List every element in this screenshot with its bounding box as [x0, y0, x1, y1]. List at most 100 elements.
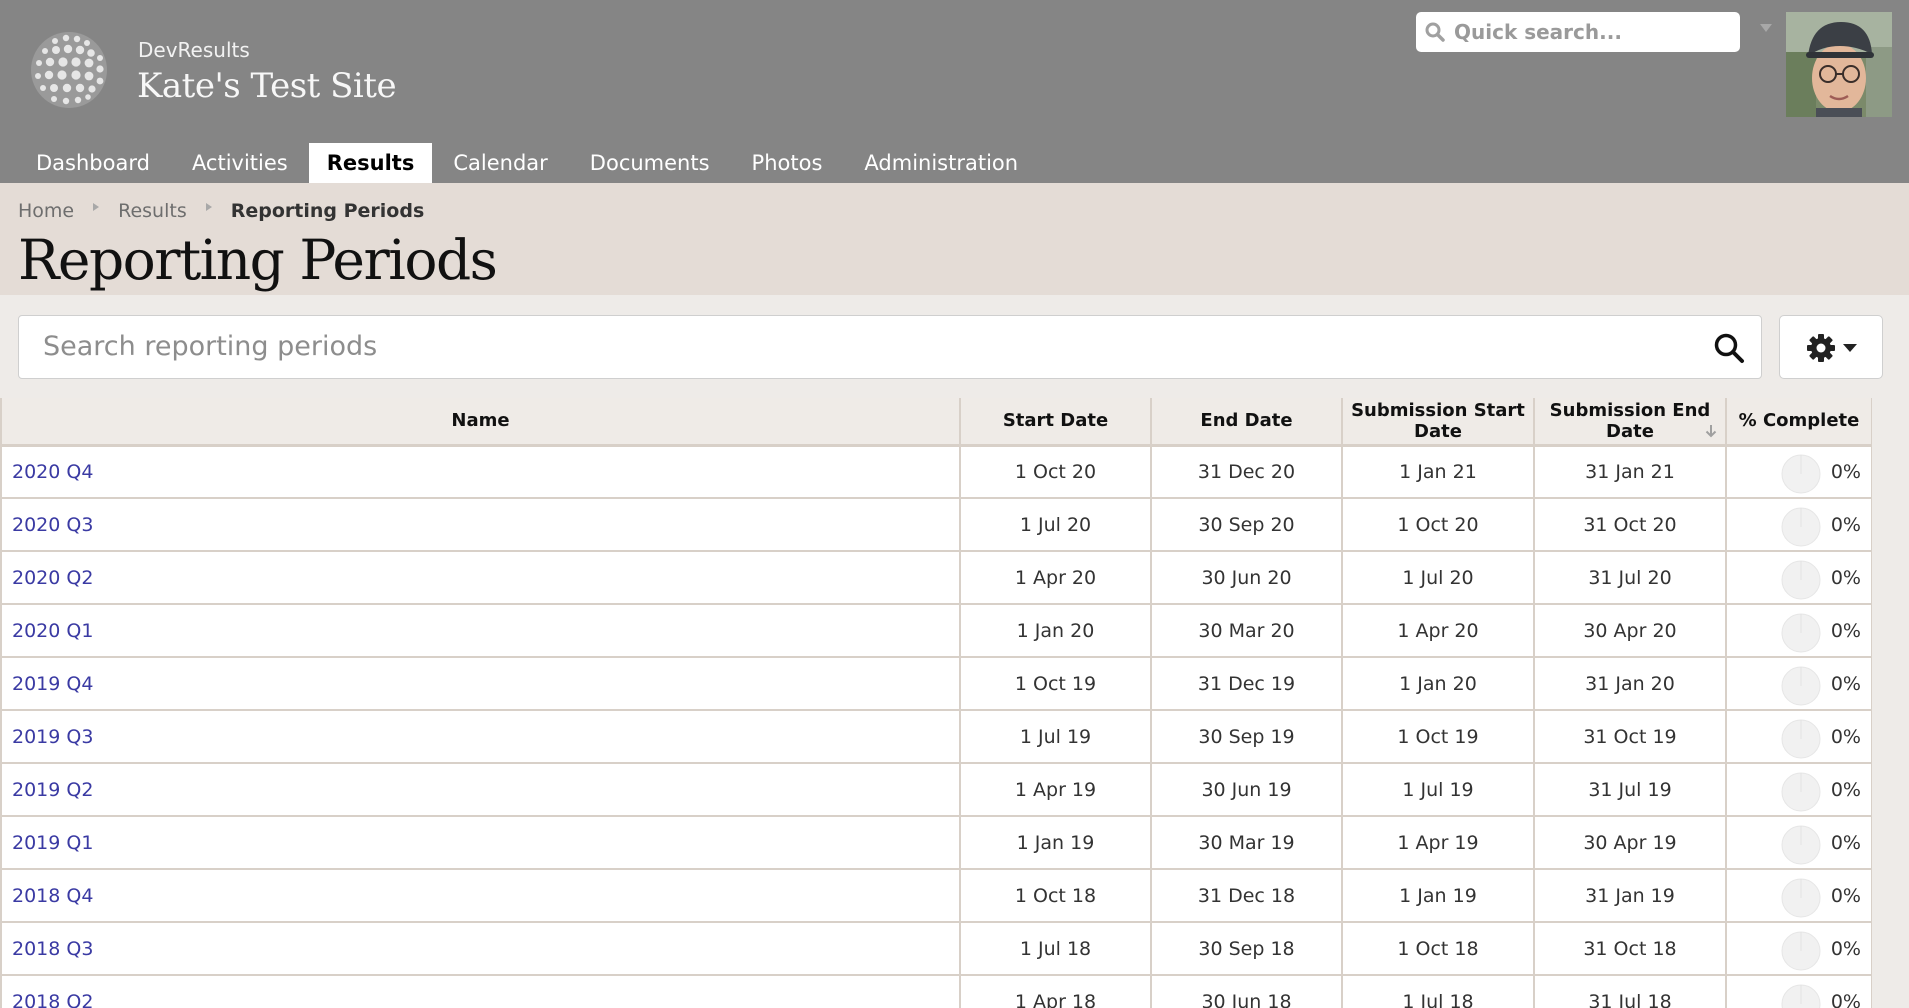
- table-row: 2019 Q4 1 Oct 19 31 Dec 19 1 Jan 20 31 Jan 2…: [2, 657, 1872, 711]
- tab-calendar[interactable]: Calendar: [432, 143, 568, 183]
- tab-dashboard[interactable]: Dashboard: [15, 143, 171, 183]
- cell-end-date: 30 Jun 19: [1151, 763, 1343, 817]
- percent-complete-indicator: 0%: [1727, 982, 1871, 1008]
- pie-chart-icon: [1781, 772, 1821, 811]
- column-header-percent-complete[interactable]: % Complete: [1726, 398, 1872, 447]
- reporting-period-link[interactable]: 2018 Q4: [12, 885, 93, 907]
- avatar[interactable]: [1786, 12, 1892, 117]
- cell-end-date: 31 Dec 18: [1151, 869, 1343, 923]
- cell-end-date: 30 Jun 18: [1151, 975, 1343, 1008]
- table-scrollbar-gutter[interactable]: [1872, 398, 1909, 1008]
- cell-name: 2020 Q2: [2, 551, 961, 605]
- reporting-period-link[interactable]: 2018 Q2: [12, 991, 93, 1008]
- cell-start-date: 1 Jan 19: [960, 816, 1152, 870]
- page-title: Reporting Periods: [18, 228, 498, 292]
- reporting-period-link[interactable]: 2019 Q4: [12, 673, 93, 695]
- tab-documents[interactable]: Documents: [569, 143, 731, 183]
- cell-submission-start-date: 1 Jul 18: [1342, 975, 1535, 1008]
- percent-complete-indicator: 0%: [1727, 876, 1871, 917]
- cell-percent-complete: 0%: [1726, 498, 1872, 552]
- sort-down-arrow-icon: [1705, 424, 1717, 437]
- breadcrumb-results[interactable]: Results: [118, 200, 187, 222]
- cell-start-date: 1 Oct 18: [960, 869, 1152, 923]
- reporting-period-link[interactable]: 2020 Q1: [12, 620, 93, 642]
- cell-submission-start-date: 1 Jan 21: [1342, 445, 1535, 499]
- table-header-row: Name Start Date End Date Submission Star…: [2, 398, 1872, 447]
- quick-search-box[interactable]: [1416, 12, 1740, 52]
- cell-submission-end-date: 30 Apr 19: [1534, 816, 1727, 870]
- breadcrumb-home[interactable]: Home: [18, 200, 74, 222]
- cell-submission-start-date: 1 Jan 19: [1342, 869, 1535, 923]
- cell-end-date: 30 Mar 20: [1151, 604, 1343, 658]
- cell-end-date: 31 Dec 19: [1151, 657, 1343, 711]
- column-header-submission-end-date[interactable]: Submission End Date: [1534, 398, 1727, 447]
- period-search-input[interactable]: [41, 330, 1685, 363]
- cell-submission-start-date: 1 Apr 20: [1342, 604, 1535, 658]
- reporting-period-link[interactable]: 2020 Q4: [12, 461, 93, 483]
- cell-submission-end-date: 31 Jul 18: [1534, 975, 1727, 1008]
- cell-name: 2020 Q3: [2, 498, 961, 552]
- cell-start-date: 1 Jul 20: [960, 498, 1152, 552]
- cell-percent-complete: 0%: [1726, 604, 1872, 658]
- search-icon: [1425, 22, 1445, 42]
- cell-end-date: 30 Sep 20: [1151, 498, 1343, 552]
- column-header-end-date[interactable]: End Date: [1151, 398, 1343, 447]
- cell-percent-complete: 0%: [1726, 975, 1872, 1008]
- column-header-start-date[interactable]: Start Date: [960, 398, 1152, 447]
- table-row: 2020 Q2 1 Apr 20 30 Jun 20 1 Jul 20 31 Jul 2…: [2, 551, 1872, 605]
- column-header-name[interactable]: Name: [2, 398, 961, 447]
- reporting-period-link[interactable]: 2019 Q3: [12, 726, 93, 748]
- period-search-box: [18, 315, 1762, 379]
- cell-start-date: 1 Apr 19: [960, 763, 1152, 817]
- cell-start-date: 1 Apr 18: [960, 975, 1152, 1008]
- pie-chart-icon: [1781, 825, 1821, 864]
- breadcrumb-separator-icon: [205, 203, 212, 211]
- cell-end-date: 30 Sep 18: [1151, 922, 1343, 976]
- cell-submission-end-date: 31 Jan 19: [1534, 869, 1727, 923]
- table-body: 2020 Q4 1 Oct 20 31 Dec 20 1 Jan 21 31 Jan 2…: [2, 445, 1872, 1008]
- reporting-period-link[interactable]: 2020 Q2: [12, 567, 93, 589]
- cell-name: 2018 Q4: [2, 869, 961, 923]
- tab-activities[interactable]: Activities: [171, 143, 309, 183]
- table-row: 2020 Q4 1 Oct 20 31 Dec 20 1 Jan 21 31 Jan 2…: [2, 445, 1872, 499]
- cell-submission-start-date: 1 Apr 19: [1342, 816, 1535, 870]
- tab-results[interactable]: Results: [308, 143, 433, 183]
- cell-submission-start-date: 1 Jan 20: [1342, 657, 1535, 711]
- percent-complete-value: 0%: [1830, 990, 1861, 1008]
- percent-complete-indicator: 0%: [1727, 664, 1871, 705]
- reporting-period-link[interactable]: 2019 Q1: [12, 832, 93, 854]
- caret-down-icon: [1843, 344, 1857, 352]
- column-header-submission-start-date[interactable]: Submission Start Date: [1342, 398, 1535, 447]
- globe-dots-icon[interactable]: [30, 31, 108, 109]
- cell-submission-end-date: 31 Jan 21: [1534, 445, 1727, 499]
- settings-dropdown-button[interactable]: [1779, 315, 1883, 379]
- cell-start-date: 1 Jan 20: [960, 604, 1152, 658]
- cell-submission-start-date: 1 Jul 19: [1342, 763, 1535, 817]
- cell-start-date: 1 Oct 20: [960, 445, 1152, 499]
- caret-down-icon[interactable]: [1758, 22, 1774, 34]
- reporting-period-link[interactable]: 2020 Q3: [12, 514, 93, 536]
- percent-complete-indicator: 0%: [1727, 452, 1871, 494]
- reporting-period-link[interactable]: 2018 Q3: [12, 938, 93, 960]
- tab-photos[interactable]: Photos: [731, 143, 844, 183]
- cell-percent-complete: 0%: [1726, 710, 1872, 764]
- breadcrumb-current: Reporting Periods: [230, 200, 425, 222]
- percent-complete-indicator: 0%: [1727, 611, 1871, 652]
- cell-submission-end-date: 31 Jul 20: [1534, 551, 1727, 605]
- table-row: 2018 Q3 1 Jul 18 30 Sep 18 1 Oct 18 31 Oct 1…: [2, 922, 1872, 976]
- percent-complete-value: 0%: [1830, 513, 1861, 536]
- cell-percent-complete: 0%: [1726, 816, 1872, 870]
- table-row: 2018 Q4 1 Oct 18 31 Dec 18 1 Jan 19 31 Jan 1…: [2, 869, 1872, 923]
- pie-chart-icon: [1781, 666, 1821, 705]
- table-row: 2020 Q3 1 Jul 20 30 Sep 20 1 Oct 20 31 Oct 2…: [2, 498, 1872, 552]
- search-icon[interactable]: [1713, 332, 1745, 364]
- cell-end-date: 31 Dec 20: [1151, 445, 1343, 499]
- reporting-periods-table-container: Name Start Date End Date Submission Star…: [0, 398, 1872, 1008]
- site-name[interactable]: Kate's Test Site: [137, 66, 397, 106]
- quick-search-input[interactable]: [1452, 19, 1736, 45]
- tab-administration[interactable]: Administration: [843, 143, 1039, 183]
- pie-chart-icon: [1781, 454, 1821, 494]
- reporting-period-link[interactable]: 2019 Q2: [12, 779, 93, 801]
- main-nav: Dashboard Activities Results Calendar Do…: [15, 143, 1039, 183]
- cell-submission-end-date: 30 Apr 20: [1534, 604, 1727, 658]
